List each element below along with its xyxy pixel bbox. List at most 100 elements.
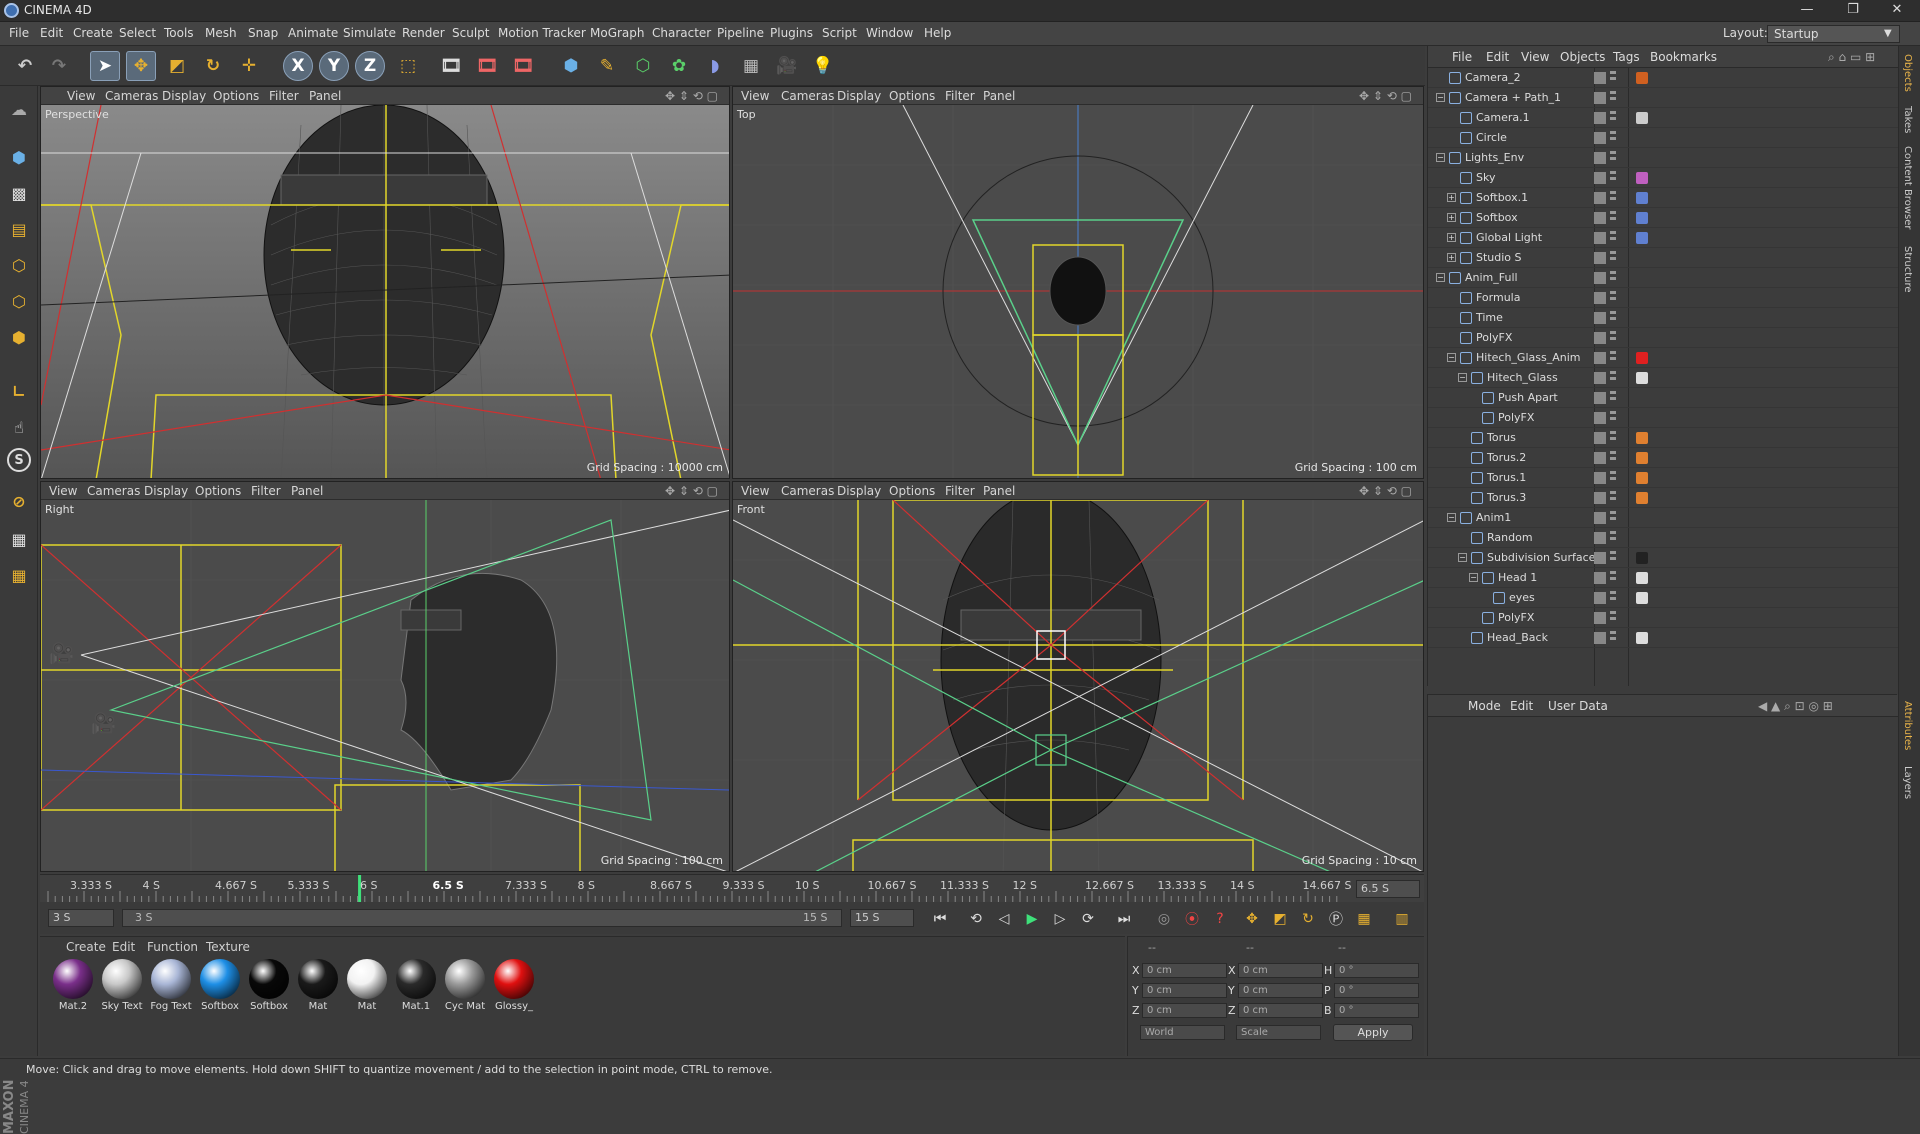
redo-icon[interactable]: ↷	[44, 51, 74, 81]
object-name[interactable]: Sky	[1476, 171, 1495, 184]
editor-render-visibility-icon[interactable]	[1610, 251, 1616, 265]
expand-toggle-icon[interactable]: +	[1447, 213, 1456, 222]
obj-menu-tags[interactable]: Tags	[1613, 50, 1640, 64]
layer-visibility-icon[interactable]	[1594, 272, 1606, 284]
render-settings-icon[interactable]: 🎞	[508, 51, 538, 81]
object-name[interactable]: Camera + Path_1	[1465, 91, 1561, 104]
vp-menu-options[interactable]: Options	[195, 484, 241, 498]
editor-render-visibility-icon[interactable]	[1610, 571, 1616, 585]
key-parameter-icon[interactable]: Ⓟ	[1324, 908, 1348, 930]
search-icon[interactable]: ⌕ ⌂ ▭ ⊞	[1828, 50, 1875, 65]
menu-tools[interactable]: Tools	[164, 26, 194, 40]
editor-render-visibility-icon[interactable]	[1610, 351, 1616, 365]
vp-menu-panel[interactable]: Panel	[983, 89, 1015, 103]
object-name[interactable]: Studio S	[1476, 251, 1522, 264]
render-view-icon[interactable]: 🎞	[436, 51, 466, 81]
coord-value-field[interactable]: 0 cm	[1142, 963, 1227, 978]
editor-render-visibility-icon[interactable]	[1610, 271, 1616, 285]
editor-render-visibility-icon[interactable]	[1610, 231, 1616, 245]
coord-value-field[interactable]: 0 cm	[1238, 983, 1323, 998]
attr-menu-edit[interactable]: Edit	[1510, 699, 1533, 713]
editor-render-visibility-icon[interactable]	[1610, 471, 1616, 485]
object-row[interactable]: Camera.1	[1428, 108, 1898, 128]
layer-visibility-icon[interactable]	[1594, 372, 1606, 384]
menu-pipeline[interactable]: Pipeline	[717, 26, 764, 40]
menu-animate[interactable]: Animate	[288, 26, 338, 40]
object-tag-icon[interactable]	[1636, 232, 1648, 244]
vp-menu-options[interactable]: Options	[889, 484, 935, 498]
deformer-icon[interactable]: ◗	[700, 51, 730, 81]
obj-menu-view[interactable]: View	[1521, 50, 1549, 64]
enable-snap-icon[interactable]: ⊘	[4, 486, 34, 516]
x-axis-icon[interactable]: X	[283, 51, 313, 81]
object-name[interactable]: Hitech_Glass_Anim	[1476, 351, 1580, 364]
workplane-icon[interactable]: ▤	[4, 214, 34, 244]
mat-menu-edit[interactable]: Edit	[112, 940, 135, 954]
layer-visibility-icon[interactable]	[1594, 292, 1606, 304]
expand-toggle-icon[interactable]: +	[1447, 253, 1456, 262]
subdivision-icon[interactable]: ⬡	[628, 51, 658, 81]
editor-render-visibility-icon[interactable]	[1610, 631, 1616, 645]
object-name[interactable]: eyes	[1509, 591, 1535, 604]
viewport-top[interactable]: View Cameras Display Options Filter Pane…	[732, 86, 1424, 479]
y-axis-icon[interactable]: Y	[319, 51, 349, 81]
editor-render-visibility-icon[interactable]	[1610, 331, 1616, 345]
material-swatch[interactable]: Sky Text	[99, 957, 145, 1019]
viewport-nav-icon[interactable]: ✥ ⇕ ⟲ ▢	[665, 89, 718, 103]
menu-file[interactable]: File	[9, 26, 29, 40]
object-name[interactable]: Formula	[1476, 291, 1520, 304]
coord-value-field[interactable]: 0 °	[1334, 983, 1419, 998]
object-row[interactable]: −Camera + Path_1	[1428, 88, 1898, 108]
coord-value-field[interactable]: 0 cm	[1142, 983, 1227, 998]
layer-visibility-icon[interactable]	[1594, 532, 1606, 544]
vp-menu-view[interactable]: View	[49, 484, 77, 498]
object-row[interactable]: Push Apart	[1428, 388, 1898, 408]
object-tag-icon[interactable]	[1636, 372, 1648, 384]
scale-icon[interactable]: ◩	[162, 51, 192, 81]
editor-render-visibility-icon[interactable]	[1610, 91, 1616, 105]
object-row[interactable]: −Anim_Full	[1428, 268, 1898, 288]
obj-menu-bookmarks[interactable]: Bookmarks	[1650, 50, 1717, 64]
object-name[interactable]: PolyFX	[1476, 331, 1512, 344]
object-row[interactable]: −Head 1	[1428, 568, 1898, 588]
vp-menu-cameras[interactable]: Cameras	[781, 484, 834, 498]
keyframe-selection-icon[interactable]: ?	[1208, 908, 1232, 930]
editor-render-visibility-icon[interactable]	[1610, 611, 1616, 625]
layer-visibility-icon[interactable]	[1594, 432, 1606, 444]
material-swatch[interactable]: Mat	[295, 957, 341, 1019]
object-name[interactable]: Global Light	[1476, 231, 1542, 244]
object-tag-icon[interactable]	[1636, 592, 1648, 604]
coord-value-field[interactable]: 0 °	[1334, 963, 1419, 978]
vp-menu-display[interactable]: Display	[837, 484, 881, 498]
attr-menu-mode[interactable]: Mode	[1468, 699, 1501, 713]
mat-menu-create[interactable]: Create	[66, 940, 106, 954]
menu-plugins[interactable]: Plugins	[770, 26, 813, 40]
vp-menu-view[interactable]: View	[67, 89, 95, 103]
object-tag-icon[interactable]	[1636, 192, 1648, 204]
editor-render-visibility-icon[interactable]	[1610, 111, 1616, 125]
coord-system-select[interactable]: World	[1140, 1025, 1225, 1040]
layer-visibility-icon[interactable]	[1594, 132, 1606, 144]
object-name[interactable]: Anim1	[1476, 511, 1511, 524]
editor-render-visibility-icon[interactable]	[1610, 431, 1616, 445]
tab-attributes[interactable]: Attributes	[1902, 701, 1913, 750]
points-mode-icon[interactable]: ⬡	[4, 250, 34, 280]
vp-menu-filter[interactable]: Filter	[945, 484, 975, 498]
expand-toggle-icon[interactable]: −	[1436, 273, 1445, 282]
object-row[interactable]: −Hitech_Glass	[1428, 368, 1898, 388]
object-tag-icon[interactable]	[1636, 72, 1648, 84]
object-name[interactable]: Torus	[1487, 431, 1516, 444]
object-row[interactable]: Random	[1428, 528, 1898, 548]
object-row[interactable]: Torus.3	[1428, 488, 1898, 508]
play-forward-icon[interactable]: ▶	[1020, 908, 1044, 930]
polygons-mode-icon[interactable]: ⬢	[4, 322, 34, 352]
editor-render-visibility-icon[interactable]	[1610, 491, 1616, 505]
viewport-nav-icon[interactable]: ✥ ⇕ ⟲ ▢	[665, 484, 718, 498]
editor-render-visibility-icon[interactable]	[1610, 291, 1616, 305]
expand-toggle-icon[interactable]: −	[1436, 153, 1445, 162]
material-swatch[interactable]: Fog Text	[148, 957, 194, 1019]
object-name[interactable]: Random	[1487, 531, 1533, 544]
object-name[interactable]: Camera.1	[1476, 111, 1530, 124]
maximize-button[interactable]: ❐	[1830, 0, 1876, 22]
layer-visibility-icon[interactable]	[1594, 412, 1606, 424]
